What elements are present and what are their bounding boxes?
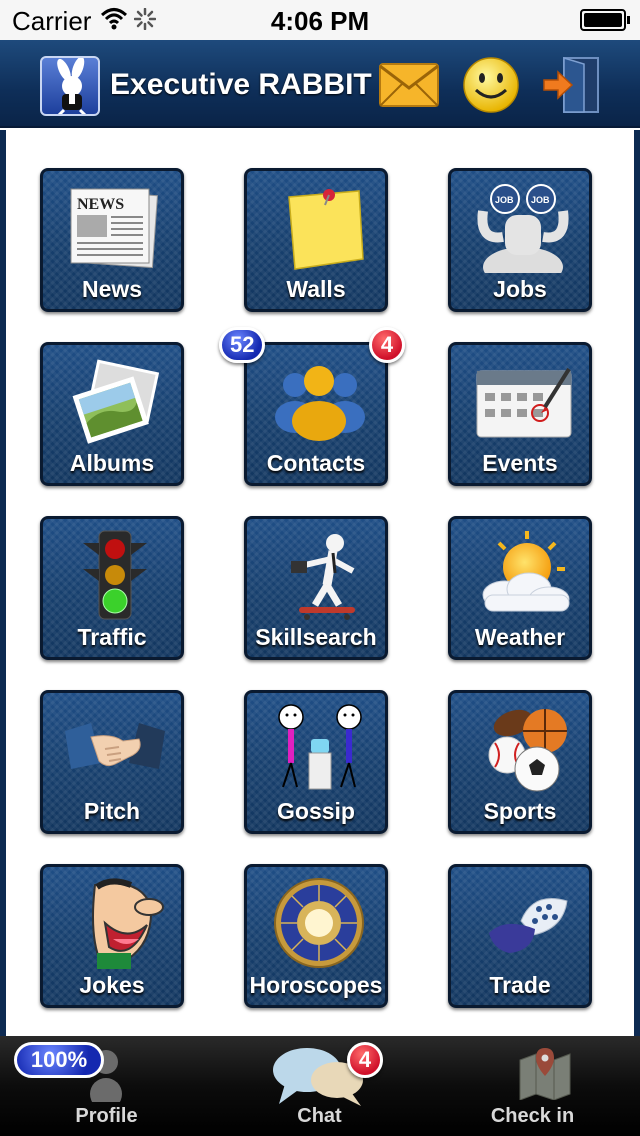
svg-text:NEWS: NEWS xyxy=(77,196,124,213)
tile-label: Events xyxy=(482,450,558,476)
tile-label: Traffic xyxy=(77,624,147,650)
gossip-figures-icon xyxy=(278,704,362,790)
tile-pitch[interactable]: Pitch xyxy=(40,690,184,834)
tile-skillsearch[interactable]: Skillsearch xyxy=(244,516,388,660)
tile-label: Weather xyxy=(474,624,566,650)
tile-events[interactable]: Events xyxy=(448,342,592,486)
chat-notification-badge: 4 xyxy=(347,1042,383,1078)
handshake-icon xyxy=(65,723,165,769)
trade-icon xyxy=(489,898,568,953)
sun-cloud-icon xyxy=(482,531,570,612)
binoculars-icon: JOB JOB xyxy=(477,184,569,273)
tile-sports[interactable]: Sports xyxy=(448,690,592,834)
skateboard-figure-icon xyxy=(291,534,355,620)
tile-trade[interactable]: Trade xyxy=(448,864,592,1008)
logout-icon[interactable] xyxy=(540,54,602,116)
battery-icon xyxy=(580,9,630,31)
contacts-count-badge: 52 xyxy=(219,327,266,363)
map-pin-icon xyxy=(519,1048,571,1100)
tile-jobs[interactable]: JOB JOB Jobs xyxy=(448,168,592,312)
tab-label: Chat xyxy=(297,1105,342,1127)
tab-label: Check in xyxy=(490,1105,575,1127)
tab-bar: 100% Profile 4 Chat Check in xyxy=(0,1036,640,1136)
zodiac-wheel-icon xyxy=(274,878,364,968)
launcher-grid: NEWS News Walls JOB JOB Jobs Albums Cont… xyxy=(0,130,640,1036)
sports-balls-icon xyxy=(488,709,567,792)
tile-label: Albums xyxy=(69,450,155,476)
profile-completion-badge: 100% xyxy=(14,1042,104,1078)
status-bar: Carrier 4:06 PM xyxy=(0,0,640,40)
smiley-icon[interactable] xyxy=(462,56,520,114)
tile-label: Pitch xyxy=(83,798,141,824)
sticky-note-icon xyxy=(288,189,364,270)
tile-contacts[interactable]: Contacts 52 4 xyxy=(219,327,405,486)
tile-label: Trade xyxy=(489,972,551,998)
tile-gossip[interactable]: Gossip xyxy=(244,690,388,834)
tile-label: Sports xyxy=(483,798,557,824)
app-title: Executive RABBIT xyxy=(110,68,372,101)
rabbit-logo-icon xyxy=(40,56,100,116)
tile-label: Walls xyxy=(286,276,346,302)
calendar-icon xyxy=(476,367,572,438)
tab-profile[interactable]: 100% Profile xyxy=(0,1036,213,1136)
tab-label: Profile xyxy=(75,1105,138,1127)
tile-label: Jobs xyxy=(493,276,547,302)
tile-label: Skillsearch xyxy=(255,624,377,650)
mail-icon[interactable] xyxy=(378,62,440,108)
newspaper-icon: NEWS xyxy=(70,188,158,269)
traffic-light-icon xyxy=(83,530,147,620)
tile-albums[interactable]: Albums xyxy=(40,342,184,486)
tile-news[interactable]: NEWS News xyxy=(40,168,184,312)
svg-text:JOB: JOB xyxy=(495,195,514,205)
tile-traffic[interactable]: Traffic xyxy=(40,516,184,660)
tab-checkin[interactable]: Check in xyxy=(426,1036,639,1136)
tile-label: Contacts xyxy=(266,450,366,476)
tile-label: Jokes xyxy=(79,972,145,998)
contacts-notification-badge: 4 xyxy=(369,327,405,363)
svg-text:JOB: JOB xyxy=(531,195,550,205)
tab-chat[interactable]: 4 Chat xyxy=(213,1036,426,1136)
tile-weather[interactable]: Weather xyxy=(448,516,592,660)
app-header: Executive RABBIT xyxy=(0,40,640,128)
tile-walls[interactable]: Walls xyxy=(244,168,388,312)
tile-jokes[interactable]: Jokes xyxy=(40,864,184,1008)
clock: 4:06 PM xyxy=(270,6,370,36)
tile-label: Horoscopes xyxy=(249,972,383,998)
people-icon xyxy=(275,366,365,441)
laughing-face-icon xyxy=(92,878,164,969)
tile-label: Gossip xyxy=(277,798,355,824)
photos-icon xyxy=(72,359,160,444)
tile-horoscopes[interactable]: Horoscopes xyxy=(244,864,388,1008)
tile-label: News xyxy=(81,276,143,302)
